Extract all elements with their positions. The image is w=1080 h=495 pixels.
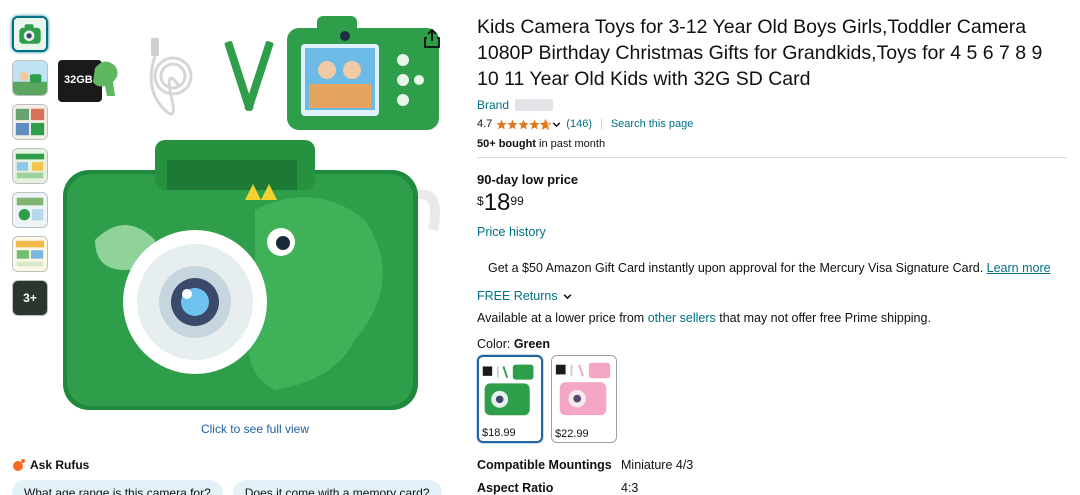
main-product-image[interactable]: 32GB xyxy=(55,10,450,415)
spec-key: Compatible Mountings xyxy=(477,458,612,472)
thumb-camera-specs[interactable] xyxy=(12,236,48,272)
rating-row: 4.7 (146) | Search this page xyxy=(477,118,1067,130)
lanyard-icon xyxy=(224,41,274,111)
camera-thumb-icon xyxy=(14,18,46,50)
sd-card-icon: 32GB xyxy=(58,60,118,102)
thumb-video[interactable]: 3+ xyxy=(12,280,48,316)
ask-rufus-label: Ask Rufus xyxy=(30,458,90,472)
usb-cable-icon xyxy=(149,38,193,116)
price: $ 18 99 xyxy=(477,191,1067,215)
product-details: Kids Camera Toys for 3-12 Year Old Boys … xyxy=(477,14,1067,443)
swatch-pink-image xyxy=(552,356,616,420)
thumbnail-strip: 3+ xyxy=(12,16,50,324)
chevron-down-icon xyxy=(563,293,571,299)
camera-product-illustration: 32GB xyxy=(58,16,440,410)
rufus-chip[interactable]: What age range is this camera for? xyxy=(12,480,223,495)
section-divider xyxy=(477,157,1067,158)
rating-count-link[interactable]: (146) xyxy=(566,118,592,130)
rufus-suggestions: What age range is this camera for? Does … xyxy=(12,480,442,495)
color-swatches: $18.99 $22.99 xyxy=(477,355,1067,443)
star-half-icon xyxy=(540,118,552,130)
lower-price-pre: Available at a lower price from xyxy=(477,311,648,325)
brand-row: Brand xyxy=(477,98,1067,112)
deal-badge: 90-day low price xyxy=(477,172,579,187)
rufus-icon xyxy=(13,459,25,471)
bought-count-rest: in past month xyxy=(535,138,606,150)
specs-thumb-icon xyxy=(13,237,47,271)
star-rating[interactable] xyxy=(496,118,562,130)
rufus-chip[interactable]: Does it come with a memory card? xyxy=(232,480,442,495)
swatch-green-image xyxy=(479,358,541,420)
product-title: Kids Camera Toys for 3-12 Year Old Boys … xyxy=(477,16,1043,90)
lower-price-notice: Available at a lower price from other se… xyxy=(477,311,1067,325)
free-returns-link[interactable]: FREE Returns xyxy=(477,289,1067,303)
svg-text:32GB: 32GB xyxy=(64,74,93,86)
large-camera-image xyxy=(63,140,440,410)
color-selector-label: Color: Green xyxy=(477,337,1067,351)
swatch-price: $18.99 xyxy=(482,427,516,439)
free-returns-label: FREE Returns xyxy=(477,289,558,303)
learn-more-link[interactable]: Learn more xyxy=(987,261,1051,275)
spec-row: Aspect Ratio 4:3 xyxy=(477,481,638,495)
ask-rufus-header: Ask Rufus xyxy=(12,458,89,472)
giftcard-offer: Get a $50 Amazon Gift Card instantly upo… xyxy=(477,261,1067,275)
spec-row: Compatible Mountings Miniature 4/3 xyxy=(477,458,693,472)
lifestyle-thumb-icon xyxy=(13,105,47,139)
bought-count: 50+ bought in past month xyxy=(477,138,1067,150)
lifestyle-thumb-icon xyxy=(13,193,47,227)
price-symbol: $ xyxy=(477,194,484,208)
thumb-camera-features[interactable] xyxy=(12,148,48,184)
spec-value: 4:3 xyxy=(621,481,639,495)
price-fraction: 99 xyxy=(510,194,524,208)
features-thumb-icon xyxy=(13,149,47,183)
thumb-camera-lifestyle-1[interactable] xyxy=(12,60,48,96)
color-value: Green xyxy=(513,337,550,351)
thumb-camera-lifestyle-2[interactable] xyxy=(12,104,48,140)
more-media-count: 3+ xyxy=(13,281,47,315)
star-full-icon xyxy=(507,119,518,129)
price-history-link[interactable]: Price history xyxy=(477,225,1067,239)
lifestyle-thumb-icon xyxy=(13,61,47,95)
spec-key: Aspect Ratio xyxy=(477,481,554,495)
small-camera-image xyxy=(287,16,439,130)
rating-value: 4.7 xyxy=(477,118,493,130)
star-full-icon xyxy=(518,119,529,129)
thumb-camera-lifestyle-3[interactable] xyxy=(12,192,48,228)
bought-count-bold: 50+ bought xyxy=(477,138,536,150)
giftcard-text: Get a $50 Amazon Gift Card instantly upo… xyxy=(488,261,984,275)
other-sellers-link[interactable]: other sellers xyxy=(648,311,716,325)
chevron-down-icon xyxy=(552,121,561,127)
search-this-page-link[interactable]: Search this page xyxy=(611,118,694,130)
lower-price-post: that may not offer free Prime shipping. xyxy=(715,311,931,325)
brand-name-blurred xyxy=(515,99,554,111)
color-label: Color: xyxy=(477,337,511,351)
brand-link[interactable]: Brand xyxy=(477,98,509,112)
full-view-link[interactable]: Click to see full view xyxy=(170,422,340,436)
swatch-price: $22.99 xyxy=(555,428,589,440)
star-full-icon xyxy=(529,119,540,129)
divider: | xyxy=(599,118,603,130)
swatch-green[interactable]: $18.99 xyxy=(477,355,543,443)
swatch-pink[interactable]: $22.99 xyxy=(551,355,617,443)
share-icon[interactable] xyxy=(420,27,444,51)
price-whole: 18 xyxy=(483,189,511,216)
thumb-green-camera[interactable] xyxy=(12,16,48,52)
star-full-icon xyxy=(496,119,507,129)
spec-value: Miniature 4/3 xyxy=(621,458,694,472)
